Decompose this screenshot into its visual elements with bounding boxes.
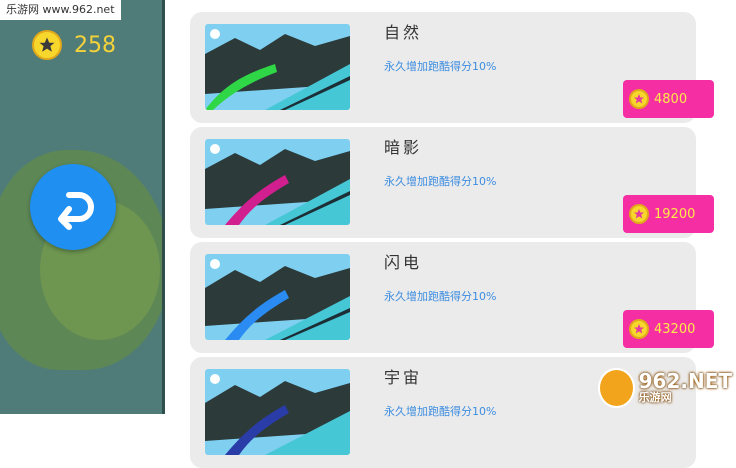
skin-name: 闪电 xyxy=(384,253,423,272)
watermark-badge-icon xyxy=(598,368,635,408)
skin-thumbnail xyxy=(205,369,350,455)
back-button[interactable] xyxy=(30,164,116,250)
skin-description: 永久增加跑酷得分10% xyxy=(384,60,497,73)
buy-button[interactable]: 4800 xyxy=(623,80,714,118)
skin-thumbnail xyxy=(205,139,350,225)
coin-balance: 258 xyxy=(32,30,116,60)
return-arrow-icon xyxy=(58,192,94,230)
price-label: 19200 xyxy=(654,206,696,222)
skin-card-0[interactable]: 自然 永久增加跑酷得分10% 4800 xyxy=(190,12,714,123)
skin-name: 暗影 xyxy=(384,138,423,157)
watermark-domain: 962.NET xyxy=(638,369,732,393)
skin-name: 自然 xyxy=(384,23,423,42)
skin-name: 宇宙 xyxy=(384,368,423,387)
buy-button[interactable]: 43200 xyxy=(623,310,714,348)
skin-card-2[interactable]: 闪电 永久增加跑酷得分10% 43200 xyxy=(190,242,714,353)
buy-button[interactable]: 19200 xyxy=(623,195,714,233)
panel-divider xyxy=(162,0,165,414)
watermark-site-name: 乐游网 xyxy=(638,391,672,404)
star-coin-icon xyxy=(629,204,649,224)
star-coin-icon xyxy=(629,89,649,109)
skin-thumbnail xyxy=(205,254,350,340)
skin-description: 永久增加跑酷得分10% xyxy=(384,175,497,188)
skin-card-1[interactable]: 暗影 永久增加跑酷得分10% 19200 xyxy=(190,127,714,238)
star-coin-icon xyxy=(32,30,62,60)
coin-count: 258 xyxy=(74,32,116,58)
watermark-top: 乐游网 www.962.net xyxy=(0,0,121,20)
price-label: 4800 xyxy=(654,91,688,107)
star-coin-icon xyxy=(629,319,649,339)
skin-thumbnail xyxy=(205,24,350,110)
price-label: 43200 xyxy=(654,321,696,337)
skin-description: 永久增加跑酷得分10% xyxy=(384,405,497,418)
watermark-logo: 962.NET 乐游网 xyxy=(598,364,732,412)
skin-description: 永久增加跑酷得分10% xyxy=(384,290,497,303)
